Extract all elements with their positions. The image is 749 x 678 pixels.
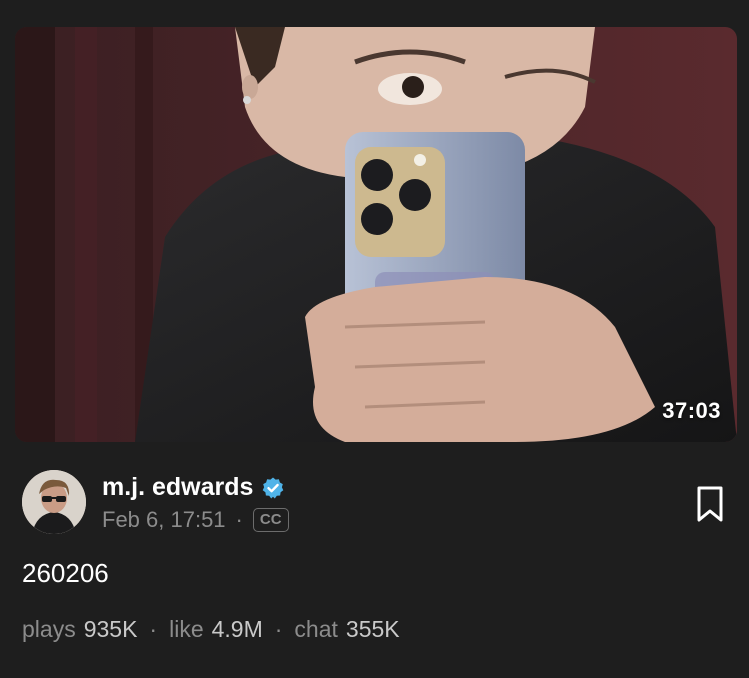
post-stats: plays 935K · like 4.9M · chat 355K	[22, 616, 400, 643]
verified-badge-icon	[261, 476, 285, 500]
post-caption: 260206	[22, 558, 109, 588]
thumbnail-image	[15, 27, 737, 442]
post-meta: m.j. edwards Feb 6, 17:51 · CC	[22, 470, 727, 540]
avatar[interactable]	[22, 470, 86, 534]
bookmark-button[interactable]	[693, 484, 727, 524]
plays-count: 935K	[83, 616, 138, 642]
stats-separator: ·	[274, 616, 283, 642]
avatar-image	[22, 470, 86, 534]
chat-label: chat	[294, 616, 338, 642]
cc-badge: CC	[252, 508, 289, 532]
video-duration: 37:03	[662, 398, 721, 423]
stats-separator: ·	[149, 616, 158, 642]
plays-label: plays	[22, 616, 76, 642]
like-count: 4.9M	[211, 616, 263, 642]
separator-dot: ·	[235, 507, 243, 532]
post-date: Feb 6, 17:51	[102, 507, 226, 532]
chat-count: 355K	[345, 616, 400, 642]
like-label: like	[169, 616, 204, 642]
bookmark-icon	[697, 486, 723, 522]
author-name[interactable]: m.j. edwards	[102, 473, 253, 502]
video-thumbnail[interactable]: 37:03	[15, 27, 737, 442]
